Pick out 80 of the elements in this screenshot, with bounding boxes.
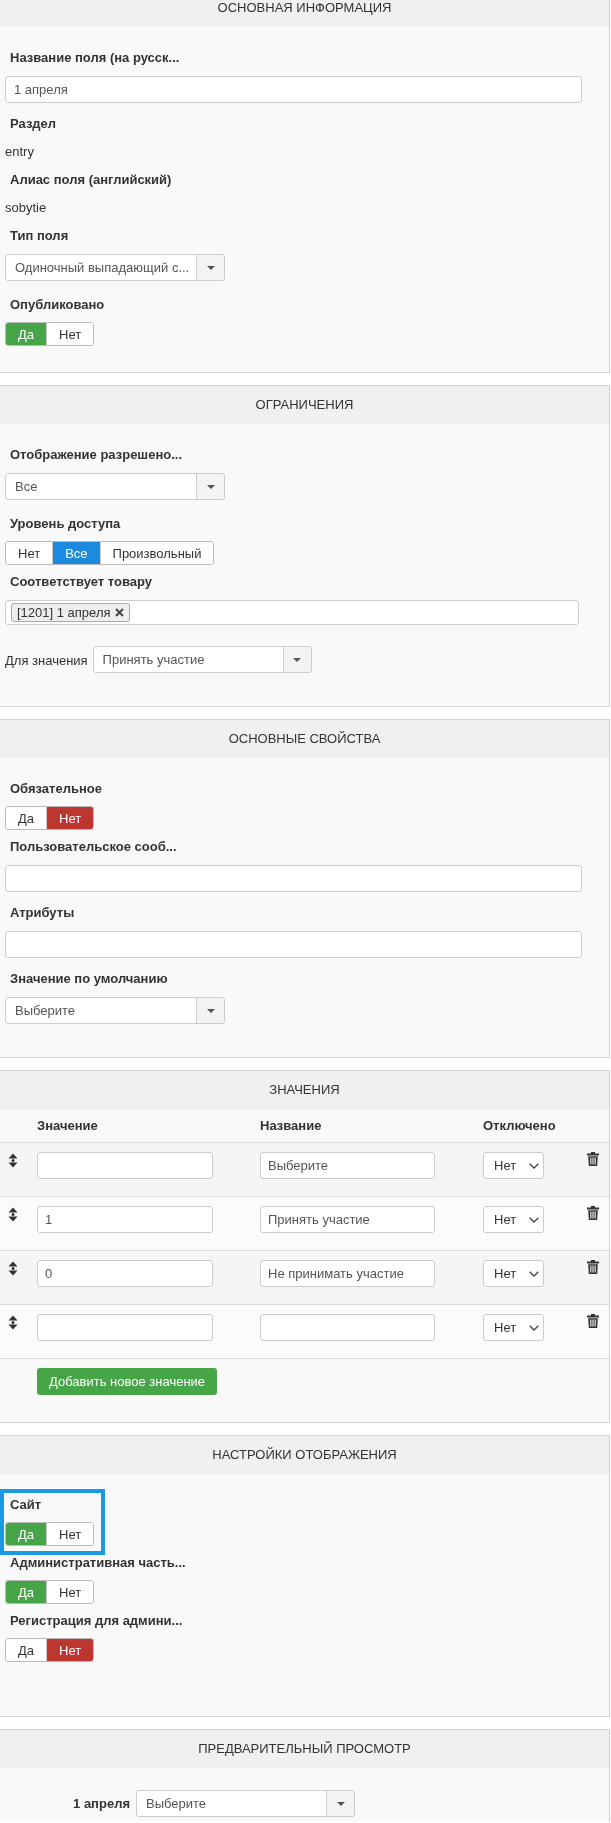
select-field[interactable]: Одиночный выпадающий с... (5, 254, 225, 281)
column-header: Название (260, 1116, 322, 1135)
field-value: sobytie (5, 199, 47, 217)
column-header: Значение (37, 1116, 98, 1135)
section-header: ОСНОВНЫЕ СВОЙСТВА (0, 720, 609, 758)
toggle-option[interactable]: Нет (46, 323, 94, 345)
name-input[interactable] (260, 1314, 435, 1341)
toggle-option[interactable]: Нет (46, 807, 94, 829)
text-input[interactable]: 1 апреля (5, 76, 582, 103)
dropdown-toggle[interactable] (282, 647, 311, 672)
trash-icon[interactable] (587, 1260, 599, 1274)
tag-input[interactable]: [1201] 1 апреля (5, 600, 579, 625)
field-label: Уровень доступа (9, 515, 121, 533)
field-label: Отображение разрешено... (9, 446, 183, 464)
trash-icon[interactable] (587, 1152, 599, 1166)
value-input[interactable]: 1 (37, 1206, 213, 1233)
caret-down-icon (336, 1801, 345, 1806)
field-label: Административная часть... (9, 1554, 186, 1572)
up-down-arrow-icon[interactable] (8, 1261, 18, 1276)
caret-down-icon (293, 657, 302, 662)
field-label: Раздел (9, 115, 57, 133)
trash-icon[interactable] (587, 1206, 599, 1220)
text-input[interactable] (5, 865, 582, 892)
toggle-option[interactable]: Нет (46, 1523, 94, 1545)
field-label: Сайт (9, 1496, 42, 1514)
section-header: ОСНОВНАЯ ИНФОРМАЦИЯ (0, 0, 609, 27)
section-header: ОГРАНИЧЕНИЯ (0, 386, 609, 424)
toggle-option[interactable]: Все (52, 542, 100, 564)
select-field[interactable]: Нет (483, 1260, 544, 1287)
column-header: Отключено (483, 1116, 556, 1135)
select-field[interactable]: Выберите (5, 997, 225, 1024)
trash-icon[interactable] (587, 1314, 599, 1328)
value-input[interactable] (37, 1152, 213, 1179)
name-input[interactable]: Не принимать участие (260, 1260, 435, 1287)
section-header: НАСТРОЙКИ ОТОБРАЖЕНИЯ (0, 1436, 609, 1474)
section-header: ПРЕДВАРИТЕЛЬНЫЙ ПРОСМОТР (0, 1730, 609, 1768)
field-label: Атрибуты (9, 904, 75, 922)
name-input[interactable]: Принять участие (260, 1206, 435, 1233)
tag-label: [1201] 1 апреля (17, 606, 111, 619)
field-label: Обязательное (9, 780, 102, 798)
dropdown-toggle[interactable] (196, 474, 224, 499)
close-icon[interactable] (114, 608, 124, 617)
caret-down-icon (206, 484, 215, 489)
chevron-down-icon (529, 1270, 539, 1277)
field-label: 1 апреля (73, 1794, 130, 1813)
name-input[interactable]: Выберите (260, 1152, 435, 1179)
field-label: Для значения (5, 652, 88, 670)
field-value: entry (5, 143, 34, 161)
select-field[interactable]: Принять участие (92, 646, 312, 673)
select-field[interactable]: Все (5, 473, 225, 500)
toggle-option[interactable]: Нет (46, 1581, 94, 1603)
value-input[interactable]: 0 (37, 1260, 213, 1287)
select-field[interactable]: Выберите (136, 1790, 355, 1817)
dropdown-toggle[interactable] (326, 1791, 354, 1816)
chevron-down-icon (529, 1162, 539, 1169)
up-down-arrow-icon[interactable] (8, 1315, 18, 1330)
select-field[interactable]: Нет (483, 1152, 544, 1179)
dropdown-toggle[interactable] (196, 998, 224, 1023)
caret-down-icon (206, 1008, 215, 1013)
field-label: Регистрация для админи... (9, 1612, 183, 1630)
field-label: Соответствует товару (9, 573, 152, 591)
select-field[interactable]: Нет (483, 1314, 544, 1341)
section-header: ЗНАЧЕНИЯ (0, 1071, 609, 1109)
toggle-option[interactable]: Произвольный (99, 542, 214, 564)
field-label: Алиас поля (английский) (9, 171, 172, 189)
chevron-down-icon (529, 1324, 539, 1331)
toggle-option[interactable]: Нет (46, 1639, 94, 1661)
value-input[interactable] (37, 1314, 213, 1341)
dropdown-toggle[interactable] (196, 255, 224, 280)
select-field[interactable]: Нет (483, 1206, 544, 1233)
up-down-arrow-icon[interactable] (8, 1207, 18, 1222)
caret-down-icon (206, 265, 215, 270)
field-label: Тип поля (9, 227, 69, 245)
field-label: Пользовательское сооб... (9, 838, 177, 856)
up-down-arrow-icon[interactable] (8, 1153, 18, 1168)
field-label: Опубликовано (9, 296, 105, 314)
field-label: Название поля (на русск... (9, 49, 180, 67)
chevron-down-icon (529, 1216, 539, 1223)
field-label: Значение по умолчанию (9, 970, 168, 988)
text-input[interactable] (5, 931, 582, 958)
